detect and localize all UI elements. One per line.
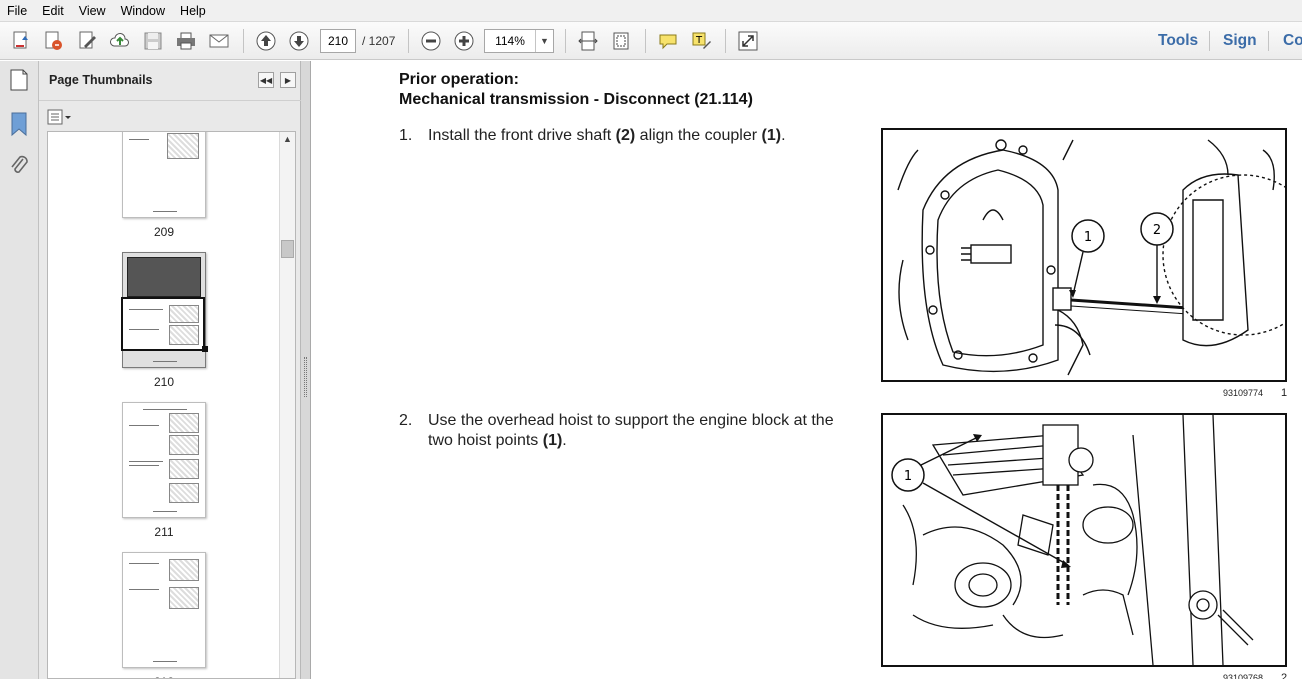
fullscreen-icon[interactable] xyxy=(735,28,761,54)
zoom-value: 114% xyxy=(495,34,525,48)
thumbnail-label: 212 xyxy=(122,675,206,678)
navigation-rail xyxy=(0,61,39,679)
thumbnail-list[interactable]: 209 210 211 ▲ xyxy=(47,131,296,679)
comment-link[interactable]: Co xyxy=(1283,32,1302,50)
chevron-down-icon[interactable]: ▼ xyxy=(535,30,553,52)
thumbnail-211[interactable] xyxy=(122,402,206,518)
figure-engine-hoist: 1 xyxy=(881,413,1287,667)
figure-drive-shaft: 1 2 xyxy=(881,128,1287,382)
svg-text:T: T xyxy=(695,35,703,46)
step-1-text: Install the front drive shaft (2) align … xyxy=(428,127,786,144)
prior-operation-link[interactable]: Mechanical transmission - Disconnect (21… xyxy=(399,91,753,109)
panel-splitter[interactable] xyxy=(301,61,311,679)
menu-window[interactable]: Window xyxy=(114,0,173,22)
toolbar-separator xyxy=(645,29,646,53)
toolbar-separator xyxy=(1268,31,1269,51)
engine-hoist-illustration: 1 xyxy=(891,415,1254,665)
step-2-text: Use the overhead hoist to support the en… xyxy=(428,412,834,449)
zoom-in-icon[interactable] xyxy=(451,28,477,54)
fit-page-icon[interactable] xyxy=(608,28,634,54)
thumbnail-scrollbar[interactable]: ▲ xyxy=(279,132,295,678)
callout-1: 1 xyxy=(1084,230,1092,245)
thumbnail-label: 210 xyxy=(153,375,175,389)
attachments-icon[interactable] xyxy=(8,153,30,179)
toolbar-separator xyxy=(725,29,726,53)
thumbnail-options-icon[interactable] xyxy=(47,108,73,126)
figure-reference: 93109768 xyxy=(1223,673,1264,679)
page-thumbnails-icon[interactable] xyxy=(6,67,32,93)
scroll-up-icon[interactable]: ▲ xyxy=(283,134,292,144)
collapse-panel-button[interactable]: ◀◀ xyxy=(258,72,274,88)
scrollbar-thumb[interactable] xyxy=(281,240,294,258)
highlight-text-icon[interactable]: T xyxy=(688,28,714,54)
panel-title: Page Thumbnails xyxy=(49,73,153,87)
menu-view[interactable]: View xyxy=(72,0,114,22)
sign-link[interactable]: Sign xyxy=(1223,32,1257,50)
toolbar-separator xyxy=(243,29,244,53)
panel-options-button[interactable]: ▶ xyxy=(280,72,296,88)
thumbnail-209[interactable] xyxy=(122,132,206,218)
drive-shaft-illustration: 1 2 xyxy=(897,139,1285,376)
menu-help[interactable]: Help xyxy=(173,0,214,22)
previous-page-icon[interactable] xyxy=(253,28,279,54)
edit-pdf-icon[interactable] xyxy=(40,28,66,54)
sign-form-icon[interactable] xyxy=(74,28,100,54)
page-number-input[interactable] xyxy=(320,29,356,53)
save-icon[interactable] xyxy=(140,28,166,54)
toolbar-separator xyxy=(1209,31,1210,51)
zoom-select[interactable]: 114% ▼ xyxy=(484,29,554,53)
cloud-upload-icon[interactable] xyxy=(107,28,133,54)
step-number: 2. xyxy=(399,412,413,429)
print-icon[interactable] xyxy=(173,28,199,54)
comment-icon[interactable] xyxy=(655,28,681,54)
fit-width-icon[interactable] xyxy=(575,28,601,54)
toolbar-separator xyxy=(408,29,409,53)
next-page-icon[interactable] xyxy=(286,28,312,54)
bookmarks-icon[interactable] xyxy=(8,111,30,137)
menu-file[interactable]: File xyxy=(0,0,35,22)
panel-header: Page Thumbnails ◀◀ ▶ xyxy=(39,61,301,101)
tools-link[interactable]: Tools xyxy=(1158,32,1198,50)
page-thumbnails-panel: Page Thumbnails ◀◀ ▶ 209 210 211 ▲ xyxy=(39,61,301,679)
figure-number: 1 xyxy=(1281,387,1288,399)
callout-1: 1 xyxy=(904,469,912,484)
email-icon[interactable] xyxy=(206,28,232,54)
figure-reference: 93109774 xyxy=(1223,388,1264,398)
menu-bar: File Edit View Window Help xyxy=(0,0,1302,22)
zoom-out-icon[interactable] xyxy=(418,28,444,54)
document-view[interactable]: Prior operation: Mechanical transmission… xyxy=(311,61,1302,679)
toolbar: / 1207 114% ▼ T Tools Sign Co xyxy=(0,22,1302,60)
thumbnail-212[interactable] xyxy=(122,552,206,668)
create-pdf-icon[interactable] xyxy=(8,28,34,54)
figure-number: 2 xyxy=(1281,672,1288,679)
prior-operation-heading: Prior operation: xyxy=(399,71,520,88)
thumbnail-label: 209 xyxy=(153,225,175,239)
page-total: / 1207 xyxy=(362,34,396,48)
menu-edit[interactable]: Edit xyxy=(35,0,72,22)
callout-2: 2 xyxy=(1153,223,1161,238)
step-number: 1. xyxy=(399,127,413,144)
thumbnail-label: 211 xyxy=(154,525,174,539)
thumbnail-210[interactable] xyxy=(121,252,208,368)
toolbar-separator xyxy=(565,29,566,53)
